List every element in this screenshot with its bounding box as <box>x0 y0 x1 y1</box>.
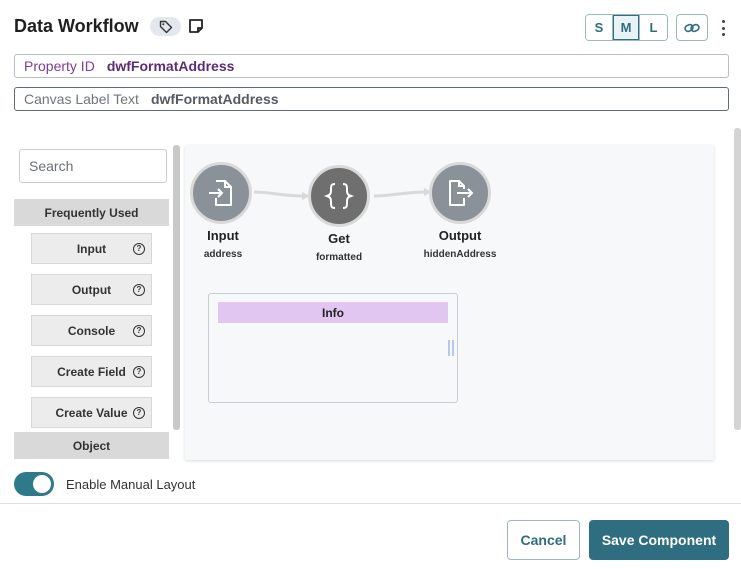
manual-layout-toggle[interactable] <box>14 472 54 496</box>
canvas-label-label: Canvas Label Text <box>24 91 139 107</box>
workflow-node-input[interactable] <box>190 162 252 224</box>
save-component-button[interactable]: Save Component <box>589 520 729 560</box>
palette-item-create-value[interactable]: Create Value ? <box>31 397 152 428</box>
manual-layout-label: Enable Manual Layout <box>66 477 196 492</box>
link-button[interactable] <box>676 14 708 41</box>
curly-braces-icon <box>323 183 355 209</box>
search-input[interactable]: Search <box>19 149 167 183</box>
canvas-label-value: dwfFormatAddress <box>150 91 279 107</box>
canvas-label-field[interactable]: Canvas Label Text dwfFormatAddress <box>14 87 729 111</box>
palette-item-label: Create Value <box>55 405 128 420</box>
palette-item-input[interactable]: Input ? <box>31 233 152 264</box>
help-icon[interactable]: ? <box>133 406 145 419</box>
palette-item-label: Console <box>67 323 116 338</box>
file-import-icon <box>209 180 232 206</box>
help-icon[interactable]: ? <box>133 365 145 378</box>
resize-handle[interactable] <box>448 340 454 356</box>
category-frequently-used[interactable]: Frequently Used <box>14 199 169 226</box>
page-title: Data Workflow <box>14 16 139 36</box>
property-id-value: dwfFormatAddress <box>106 58 235 74</box>
category-object[interactable]: Object <box>14 432 169 459</box>
footer-divider <box>0 503 741 504</box>
property-id-field[interactable]: Property ID dwfFormatAddress <box>14 54 729 78</box>
help-icon[interactable]: ? <box>133 283 145 296</box>
palette-item-console[interactable]: Console ? <box>31 315 152 346</box>
connector-input-get <box>253 190 310 200</box>
note-icon[interactable] <box>188 18 204 34</box>
workflow-node-get[interactable] <box>308 165 370 227</box>
connector-get-output <box>373 188 432 198</box>
node-label-output: Output <box>438 228 482 243</box>
page-scrollbar[interactable] <box>734 128 741 430</box>
workflow-node-output[interactable] <box>429 162 491 224</box>
node-sub-input: address <box>203 249 243 260</box>
cancel-button[interactable]: Cancel <box>507 520 580 560</box>
size-s-button[interactable]: S <box>586 15 613 40</box>
help-icon[interactable]: ? <box>133 324 145 337</box>
node-label-get: Get <box>328 231 350 246</box>
info-panel-title: Info <box>218 302 448 323</box>
help-icon[interactable]: ? <box>133 242 145 255</box>
palette-scrollbar[interactable] <box>173 145 180 430</box>
property-id-label: Property ID <box>24 58 95 74</box>
link-icon <box>684 23 700 32</box>
toggle-knob <box>33 475 51 493</box>
size-m-button[interactable]: M <box>613 15 640 40</box>
tag-button[interactable] <box>150 17 181 36</box>
tag-icon <box>159 20 172 33</box>
node-sub-output: hiddenAddress <box>423 249 497 260</box>
palette-item-label: Input <box>76 241 107 256</box>
more-options-icon[interactable] <box>716 18 730 38</box>
palette-item-output[interactable]: Output ? <box>31 274 152 305</box>
size-l-button[interactable]: L <box>640 15 667 40</box>
node-label-input: Input <box>207 228 239 243</box>
size-selector: S M L <box>585 14 668 41</box>
file-export-icon <box>449 180 474 206</box>
node-sub-get: formatted <box>315 252 363 263</box>
palette-item-create-field[interactable]: Create Field ? <box>31 356 152 387</box>
palette-item-label: Create Field <box>57 364 126 379</box>
palette-item-label: Output <box>71 282 112 297</box>
search-placeholder: Search <box>29 158 74 174</box>
